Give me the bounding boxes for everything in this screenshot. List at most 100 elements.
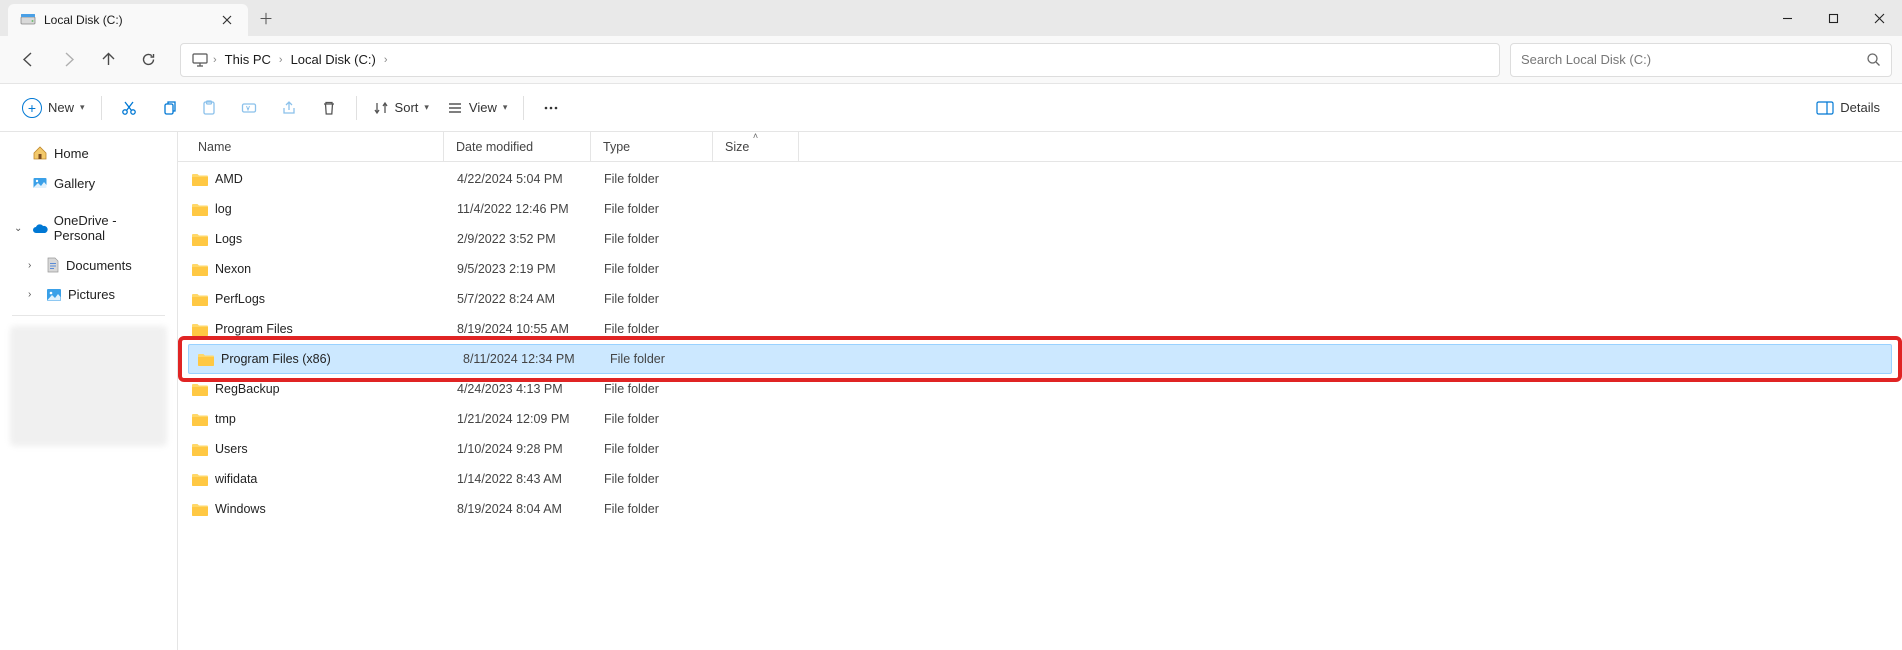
search-bar[interactable] xyxy=(1510,43,1892,77)
file-type: File folder xyxy=(592,262,714,276)
sidebar-item-pictures[interactable]: › Pictures xyxy=(0,280,177,309)
window-controls xyxy=(1764,0,1902,36)
chevron-down-icon: ▾ xyxy=(424,102,429,113)
drive-icon xyxy=(20,13,36,27)
home-icon xyxy=(32,145,48,161)
folder-icon xyxy=(191,232,209,247)
sidebar-item-documents[interactable]: › Documents xyxy=(0,250,177,280)
file-name: log xyxy=(215,202,232,216)
file-date: 2/9/2022 3:52 PM xyxy=(445,232,592,246)
search-input[interactable] xyxy=(1521,52,1866,67)
details-panel-button[interactable]: Details xyxy=(1808,91,1888,125)
chevron-right-icon[interactable]: › xyxy=(28,289,40,300)
navigation-bar: › This PC › Local Disk (C:) › xyxy=(0,36,1902,84)
sidebar-item-home[interactable]: Home xyxy=(0,138,177,168)
chevron-right-icon[interactable]: › xyxy=(28,260,40,271)
column-type[interactable]: Type xyxy=(591,132,713,161)
chevron-down-icon: ▾ xyxy=(80,102,85,113)
file-row[interactable]: AMD4/22/2024 5:04 PMFile folder xyxy=(182,164,1898,194)
file-type: File folder xyxy=(592,502,714,516)
file-type: File folder xyxy=(598,352,720,366)
gallery-icon xyxy=(32,175,48,191)
file-date: 4/22/2024 5:04 PM xyxy=(445,172,592,186)
sidebar-placeholder xyxy=(10,326,167,446)
breadcrumb-local-disk[interactable]: Local Disk (C:) xyxy=(285,48,382,71)
file-row[interactable]: Program Files (x86)8/11/2024 12:34 PMFil… xyxy=(188,344,1892,374)
title-bar: Local Disk (C:) ＋ xyxy=(0,0,1902,36)
file-row[interactable]: tmp1/21/2024 12:09 PMFile folder xyxy=(182,404,1898,434)
file-row[interactable]: Users1/10/2024 9:28 PMFile folder xyxy=(182,434,1898,464)
copy-button[interactable] xyxy=(150,91,188,125)
file-date: 8/19/2024 8:04 AM xyxy=(445,502,592,516)
list-icon xyxy=(447,100,463,116)
file-row[interactable]: Logs2/9/2022 3:52 PMFile folder xyxy=(182,224,1898,254)
paste-button[interactable] xyxy=(190,91,228,125)
new-button[interactable]: + New ▾ xyxy=(14,91,93,125)
sidebar-item-label: Pictures xyxy=(68,287,115,302)
address-bar[interactable]: › This PC › Local Disk (C:) › xyxy=(180,43,1500,77)
nav-back-button[interactable] xyxy=(10,43,46,77)
folder-icon xyxy=(191,172,209,187)
window-close-button[interactable] xyxy=(1856,0,1902,36)
nav-refresh-button[interactable] xyxy=(130,43,166,77)
cloud-icon xyxy=(32,223,48,234)
chevron-right-icon[interactable]: › xyxy=(277,54,285,66)
file-date: 9/5/2023 2:19 PM xyxy=(445,262,592,276)
breadcrumb-this-pc[interactable]: This PC xyxy=(219,48,277,71)
file-name: AMD xyxy=(215,172,243,186)
file-list[interactable]: Name Date modified Type ˄ Size AMD 4/22/2… xyxy=(178,132,1902,650)
file-type: File folder xyxy=(592,202,714,216)
monitor-icon xyxy=(191,52,209,68)
folder-icon xyxy=(191,262,209,277)
cut-button[interactable] xyxy=(110,91,148,125)
view-button[interactable]: View ▾ xyxy=(439,91,515,125)
file-row[interactable]: log 11/4/2022 12:46 PMFile folder xyxy=(182,194,1898,224)
file-date: 8/11/2024 12:34 PM xyxy=(451,352,598,366)
annotation-highlight: Program Files (x86)8/11/2024 12:34 PMFil… xyxy=(178,344,1902,374)
details-pane-icon xyxy=(1816,101,1834,115)
file-row[interactable]: RegBackup4/24/2023 4:13 PMFile folder xyxy=(182,374,1898,404)
column-size[interactable]: ˄ Size xyxy=(713,132,799,161)
minimize-button[interactable] xyxy=(1764,0,1810,36)
pictures-icon xyxy=(46,288,62,302)
share-button[interactable] xyxy=(270,91,308,125)
chevron-right-icon[interactable]: › xyxy=(382,54,390,66)
file-date: 11/4/2022 12:46 PM xyxy=(445,202,592,216)
maximize-button[interactable] xyxy=(1810,0,1856,36)
folder-icon xyxy=(191,442,209,457)
file-type: File folder xyxy=(592,442,714,456)
file-date: 8/19/2024 10:55 AM xyxy=(445,322,592,336)
tab-local-disk[interactable]: Local Disk (C:) xyxy=(8,4,248,36)
tab-close-button[interactable] xyxy=(216,9,238,31)
file-date: 1/21/2024 12:09 PM xyxy=(445,412,592,426)
folder-icon xyxy=(191,382,209,397)
file-row[interactable]: Program Files8/19/2024 10:55 AMFile fold… xyxy=(182,314,1898,344)
column-name[interactable]: Name xyxy=(178,132,444,161)
file-row[interactable]: PerfLogs5/7/2022 8:24 AMFile folder xyxy=(182,284,1898,314)
delete-button[interactable] xyxy=(310,91,348,125)
file-row[interactable]: Windows8/19/2024 8:04 AMFile folder xyxy=(182,494,1898,524)
file-date: 1/14/2022 8:43 AM xyxy=(445,472,592,486)
file-type: File folder xyxy=(592,412,714,426)
folder-icon xyxy=(197,352,215,367)
sidebar-item-onedrive[interactable]: ⌄ OneDrive - Personal xyxy=(0,206,177,250)
file-row[interactable]: Nexon 9/5/2023 2:19 PMFile folder xyxy=(182,254,1898,284)
column-date-modified[interactable]: Date modified xyxy=(444,132,591,161)
chevron-right-icon[interactable]: › xyxy=(211,54,219,66)
more-button[interactable] xyxy=(532,91,570,125)
new-tab-button[interactable]: ＋ xyxy=(248,0,284,36)
file-type: File folder xyxy=(592,382,714,396)
folder-icon xyxy=(191,202,209,217)
sort-button[interactable]: Sort ▾ xyxy=(365,91,437,125)
file-name: wifidata xyxy=(215,472,257,486)
file-row[interactable]: wifidata1/14/2022 8:43 AMFile folder xyxy=(182,464,1898,494)
navigation-pane[interactable]: Home Gallery ⌄ OneDrive - Personal › Doc… xyxy=(0,132,178,650)
nav-forward-button[interactable] xyxy=(50,43,86,77)
file-name: Nexon xyxy=(215,262,251,276)
rename-button[interactable] xyxy=(230,91,268,125)
sidebar-item-gallery[interactable]: Gallery xyxy=(0,168,177,198)
chevron-down-icon[interactable]: ⌄ xyxy=(14,223,26,234)
file-date: 1/10/2024 9:28 PM xyxy=(445,442,592,456)
nav-up-button[interactable] xyxy=(90,43,126,77)
chevron-down-icon: ▾ xyxy=(503,102,508,113)
